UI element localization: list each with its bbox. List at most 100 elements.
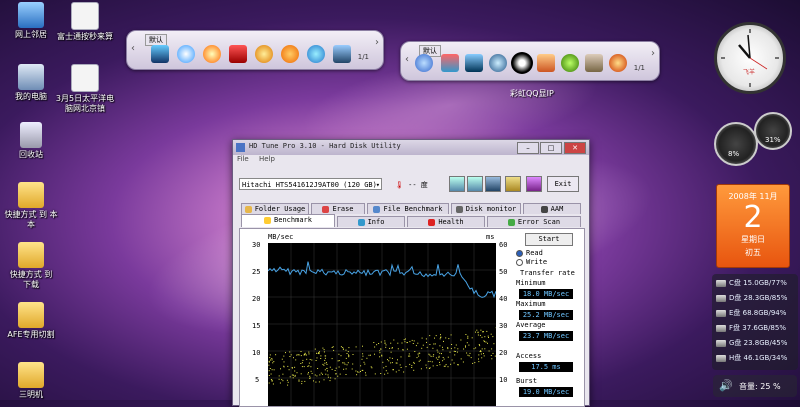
volume-gadget[interactable]: 🔊 音量: 25 % [713,375,797,397]
scatter-point [452,360,453,361]
tab-benchmark[interactable]: Benchmark [241,214,335,227]
chevron-right-icon[interactable]: › [375,37,379,48]
t-logo-icon[interactable] [281,45,299,63]
download-button[interactable] [526,176,542,192]
memory-gauge-gadget[interactable]: 31% [754,112,792,150]
scatter-point [285,352,286,353]
scatter-point [479,345,480,346]
scatter-point [426,338,427,339]
qq-penguin-icon[interactable] [511,52,533,74]
copy-screenshot-button[interactable] [467,176,483,192]
chevron-left-icon[interactable]: ‹ [405,54,409,65]
analog-clock-gadget[interactable]: 飞羊 [714,22,786,94]
drive-row[interactable]: C盘 15.0GB/77% [714,278,796,290]
desktop-icon-shortcut-notebook[interactable]: 快捷方式 到 本 本 [0,182,62,230]
left-tick: 5 [255,376,259,384]
parrot-icon[interactable] [561,54,579,72]
scatter-point [433,354,434,355]
arrow-icon[interactable] [333,45,351,63]
tab-error-scan[interactable]: Error Scan [487,216,581,227]
drive-row[interactable]: H盘 46.1GB/34% [714,353,796,365]
left-tick: 25 [252,268,260,276]
card-icon[interactable] [537,54,555,72]
screen-icon[interactable] [465,54,483,72]
face-icon[interactable] [255,45,273,63]
scatter-point [429,344,430,345]
copy-text-button[interactable] [449,176,465,192]
feather-icon[interactable] [415,54,433,72]
desktop-icon-afe[interactable]: AFE专用切割 [0,302,62,340]
scatter-point [483,331,484,332]
swirl-icon[interactable] [177,45,195,63]
scatter-point [295,376,296,377]
minimize-button[interactable]: – [517,142,539,154]
flame-icon[interactable] [203,45,221,63]
scatter-point [450,352,451,353]
info-icon[interactable] [609,54,627,72]
cpu-gauge-gadget[interactable]: 8% [714,122,758,166]
scatter-point [313,380,314,381]
exit-button[interactable]: Exit [547,176,579,192]
menu-file[interactable]: File [237,155,249,163]
scatter-point [305,353,306,354]
scatter-point [479,344,480,345]
scatter-point [389,357,390,358]
chevron-right-icon[interactable]: › [651,48,655,59]
start-button[interactable]: Start [525,233,573,246]
tab-info[interactable]: Info [337,216,405,227]
scatter-point [326,362,327,363]
scatter-point [312,373,313,374]
desktop-icon-network[interactable]: 网上邻居 [0,2,62,40]
desktop-icon-doc2[interactable]: 3月5日太平洋电 脑网北京镇 [54,64,116,114]
scatter-point [280,368,281,369]
film-icon[interactable] [151,45,169,63]
scatter-point [357,371,358,372]
desktop-icon-recycle-bin[interactable]: 回收站 [0,122,62,160]
palette-icon[interactable] [441,54,459,72]
scatter-point [387,373,388,374]
read-radio[interactable]: Read [516,249,543,257]
left-tick: 30 [252,241,260,249]
cup-icon[interactable] [585,54,603,72]
tab-erase[interactable]: Erase [311,203,365,214]
drive-row[interactable]: F盘 37.6GB/85% [714,323,796,335]
write-radio[interactable]: Write [516,258,547,266]
desktop-icon-doc1[interactable]: 富士通按秒来算 [54,2,116,42]
scatter-point [302,362,303,363]
scatter-point [325,355,326,356]
scatter-point [483,353,484,354]
desktop-icon-shortcut-download[interactable]: 快捷方式 到 下载 [0,242,62,290]
menu-help[interactable]: Help [259,155,275,163]
scatter-point [482,337,483,338]
drive-row[interactable]: E盘 68.8GB/94% [714,308,796,320]
d-logo-icon[interactable] [229,45,247,63]
maximum-value: 25.2 MB/sec [519,310,573,320]
drive-select[interactable]: Hitachi HTS541612J9AT00 (120 GB) ▾ [239,178,382,190]
save-button[interactable] [485,176,501,192]
radio-dot [516,250,523,257]
tab-disk-monitor[interactable]: Disk monitor [451,203,521,214]
tab-folder-usage[interactable]: Folder Usage [241,203,309,214]
desktop-icon-computer[interactable]: 我的电脑 [0,64,62,102]
bird-icon[interactable] [307,45,325,63]
maximize-button[interactable]: □ [540,142,562,154]
globe-icon[interactable] [489,54,507,72]
drive-row[interactable]: G盘 23.8GB/45% [714,338,796,350]
scatter-point [293,375,294,376]
calendar-gadget[interactable]: 2008年 11月 2 星期日 初五 [716,184,790,268]
tab-aam[interactable]: AAM [523,203,581,214]
scatter-point [407,342,408,343]
desktop-icon-label: 我的电脑 [0,92,62,102]
options-button[interactable] [505,176,521,192]
scatter-point [411,367,412,368]
drive-row[interactable]: D盘 28.3GB/85% [714,293,796,305]
desktop-icon-sanming[interactable]: 三明机 [0,362,62,400]
chevron-left-icon[interactable]: ‹ [131,43,135,54]
close-button[interactable]: ✕ [564,142,586,154]
window-titlebar[interactable]: HD Tune Pro 3.10 - Hard Disk Utility – □… [233,140,589,155]
tab-file-benchmark[interactable]: File Benchmark [367,203,449,214]
scatter-point [445,337,446,338]
scatter-point [374,354,375,355]
scatter-point [301,381,302,382]
tab-health[interactable]: Health [407,216,485,227]
